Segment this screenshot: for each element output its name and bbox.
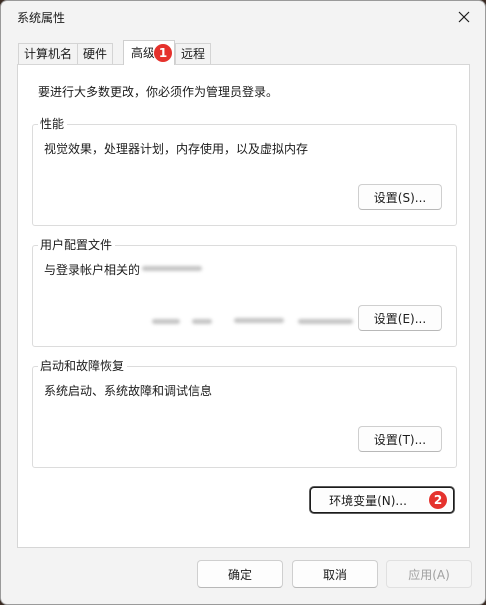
redacted-text: [298, 319, 353, 324]
apply-button[interactable]: 应用(A): [386, 560, 472, 588]
redacted-text: [152, 319, 180, 324]
startup-recovery-label: 启动和故障恢复: [38, 358, 128, 374]
user-profiles-settings-button[interactable]: 设置(E)...: [358, 305, 442, 331]
performance-description: 视觉效果，处理器计划，内存使用，以及虚拟内存: [44, 142, 309, 156]
user-profiles-group: 用户配置文件 与登录帐户相关的 设置(E)...: [32, 237, 457, 347]
window-title: 系统属性: [17, 11, 66, 25]
tab-hardware[interactable]: 硬件: [77, 43, 114, 64]
user-profiles-description: 与登录帐户相关的: [44, 263, 141, 277]
annotation-marker-1: 1: [153, 43, 173, 63]
title-bar: 系统属性: [1, 1, 485, 33]
performance-group: 性能 视觉效果，处理器计划，内存使用，以及虚拟内存 设置(S)...: [32, 116, 457, 226]
performance-label: 性能: [38, 116, 68, 132]
user-profiles-label: 用户配置文件: [38, 237, 116, 253]
startup-recovery-group: 启动和故障恢复 系统启动、系统故障和调试信息 设置(T)...: [32, 358, 457, 468]
cancel-button[interactable]: 取消: [292, 560, 378, 588]
startup-recovery-description: 系统启动、系统故障和调试信息: [44, 384, 213, 398]
close-button[interactable]: [451, 4, 477, 30]
performance-settings-button[interactable]: 设置(S)...: [358, 184, 442, 210]
redacted-text: [142, 266, 202, 271]
startup-recovery-settings-button[interactable]: 设置(T)...: [358, 426, 442, 452]
tab-remote[interactable]: 远程: [175, 43, 212, 64]
advanced-panel: 要进行大多数更改，你必须作为管理员登录。 性能 视觉效果，处理器计划，内存使用，…: [17, 64, 470, 548]
redacted-text: [234, 318, 284, 323]
close-icon: [458, 11, 470, 23]
ok-button[interactable]: 确定: [197, 560, 283, 588]
annotation-marker-2: 2: [428, 490, 448, 510]
tab-computer-name[interactable]: 计算机名: [18, 43, 79, 64]
redacted-text: [192, 319, 212, 324]
system-properties-window: 系统属性 计算机名 硬件 高级 远程 1 要进行大多数更改，你必须作为管理员登录…: [0, 0, 486, 605]
environment-variables-label: 环境变量(N)...: [329, 493, 407, 508]
admin-note: 要进行大多数更改，你必须作为管理员登录。: [38, 85, 279, 99]
